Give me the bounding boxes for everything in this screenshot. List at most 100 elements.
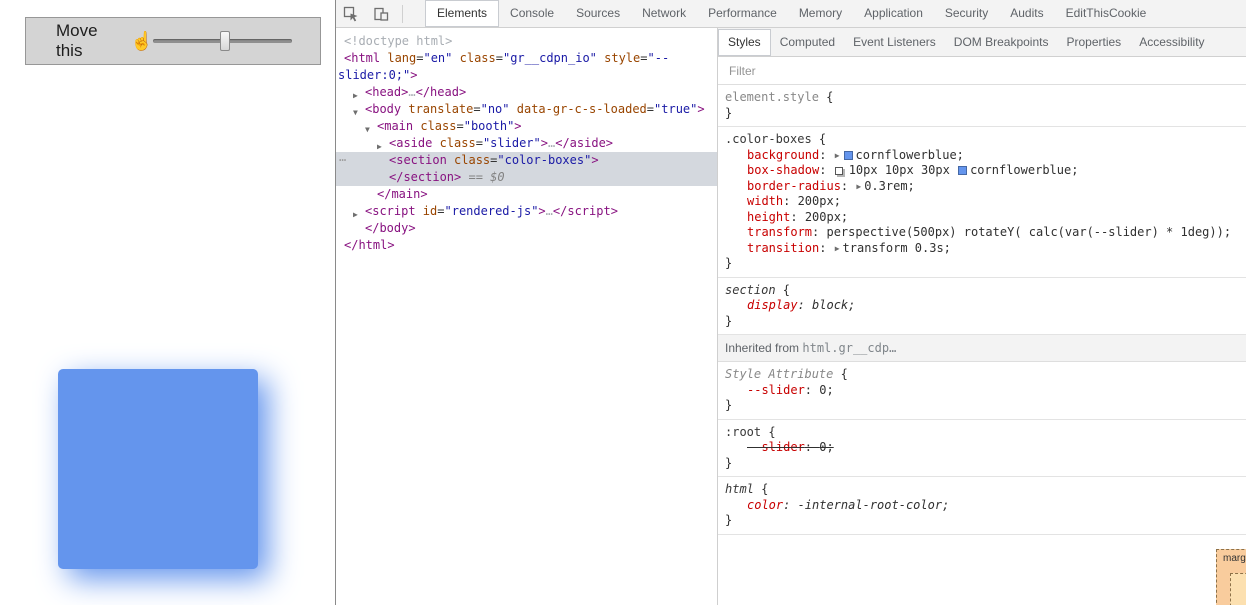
tree-line[interactable]: </body>: [336, 220, 717, 237]
code-token: lang: [380, 51, 417, 65]
devtools-body: <!doctype html> <html lang="en" class="gr…: [336, 28, 1246, 605]
tab-network[interactable]: Network: [631, 0, 697, 27]
css-declaration-background[interactable]: background: ▶ cornflowerblue;: [725, 148, 1242, 164]
tree-line[interactable]: ▶ <script id="rendered-js">…</script>: [336, 203, 717, 220]
rule-selector[interactable]: :root: [725, 425, 761, 439]
tree-line[interactable]: ▼ <body translate="no" data-gr-c-s-loaded…: [336, 101, 717, 118]
code-token: data-gr-c-s-loaded: [509, 102, 647, 116]
code-token: class: [413, 119, 457, 133]
styles-filter-input[interactable]: [718, 63, 938, 78]
css-declaration-height[interactable]: height: 200px;: [725, 210, 1242, 226]
code-token: <html: [344, 51, 381, 65]
css-rule: html {color: -internal-root-color;}: [718, 477, 1246, 535]
tab-console[interactable]: Console: [499, 0, 565, 27]
code-token: <main: [377, 119, 414, 133]
code-token: "--: [647, 51, 670, 65]
elements-tree: <!doctype html> <html lang="en" class="gr…: [336, 28, 718, 605]
code-token: >: [538, 204, 546, 218]
tree-line[interactable]: <!doctype html>: [336, 33, 717, 50]
tree-line[interactable]: </section> == $0: [336, 169, 717, 186]
code-token: =: [640, 51, 648, 65]
code-token: <script: [365, 204, 416, 218]
color-swatch[interactable]: [843, 150, 853, 160]
code-token: "gr__cdpn_io": [502, 51, 597, 65]
expand-value-icon[interactable]: ▶: [856, 179, 861, 195]
code-token: =: [456, 119, 464, 133]
tab-security[interactable]: Security: [934, 0, 999, 27]
css-declaration-box-shadow[interactable]: box-shadow: 10px 10px 30px cornflowerblu…: [725, 163, 1242, 179]
code-token: >: [514, 119, 522, 133]
css-declaration-transform[interactable]: transform: perspective(500px) rotateY( c…: [725, 225, 1242, 241]
tree-line[interactable]: ▶ <aside class="slider">…</aside>: [336, 135, 717, 152]
sidebar-tab-dom-breakpoints[interactable]: DOM Breakpoints: [945, 29, 1058, 56]
tree-line[interactable]: </main>: [336, 186, 717, 203]
css-declaration-slider[interactable]: --slider: 0;: [725, 440, 1242, 456]
code-token: </section>: [389, 170, 462, 184]
code-token: <!doctype html>: [344, 34, 453, 48]
box-model-margin[interactable]: margin: [1216, 549, 1246, 605]
devtools-tabs: Elements Console Sources Network Performance…: [425, 0, 1157, 27]
devtools-toolbar: Elements Console Sources Network Performance…: [336, 0, 1246, 28]
tab-audits[interactable]: Audits: [999, 0, 1054, 27]
expand-value-icon[interactable]: ▶: [835, 241, 840, 257]
sidebar-tab-accessibility[interactable]: Accessibility: [1130, 29, 1213, 56]
css-declaration-width[interactable]: width: 200px;: [725, 194, 1242, 210]
tree-line[interactable]: </html>: [336, 237, 717, 254]
sidebar-tab-styles[interactable]: Styles: [718, 28, 771, 56]
code-token: </body>: [365, 221, 416, 235]
color-swatch[interactable]: [958, 166, 968, 175]
code-token: "true": [654, 102, 698, 116]
rule-selector[interactable]: element.style: [725, 90, 819, 104]
css-rule: .color-boxes {background: ▶ cornflowerblu…: [718, 127, 1246, 278]
rule-selector[interactable]: html: [725, 482, 754, 496]
code-token: >: [697, 102, 705, 116]
tab-performance[interactable]: Performance: [697, 0, 788, 27]
slider-input[interactable]: [153, 31, 292, 51]
code-token: …: [545, 204, 553, 218]
code-token: "color-boxes": [497, 153, 592, 167]
css-declaration-border-radius[interactable]: border-radius: ▶ 0.3rem;: [725, 179, 1242, 195]
rule-selector[interactable]: section: [725, 283, 776, 297]
tab-application[interactable]: Application: [853, 0, 934, 27]
styles-panel: Styles Computed Event Listeners DOM Breakpo…: [718, 28, 1246, 605]
code-token: </script>: [552, 204, 618, 218]
code-token: …: [408, 85, 416, 99]
code-token: "booth": [463, 119, 515, 133]
rule-selector[interactable]: .color-boxes: [725, 132, 812, 146]
slider-thumb[interactable]: [220, 31, 231, 51]
sidebar-tab-properties[interactable]: Properties: [1057, 29, 1130, 56]
code-token: =: [437, 204, 445, 218]
box-model-margin-label: margin: [1223, 553, 1246, 564]
code-token: <head>: [365, 85, 409, 99]
tree-line[interactable]: … <section class="color-boxes">: [336, 149, 717, 169]
sidebar-tab-event-listeners[interactable]: Event Listeners: [844, 29, 945, 56]
css-declaration-slider[interactable]: --slider: 0;: [725, 383, 1242, 399]
tree-line[interactable]: ▼ <main class="booth">: [336, 118, 717, 135]
css-declaration-color[interactable]: color: -internal-root-color;: [725, 498, 1242, 514]
tree-line[interactable]: slider:0;">: [336, 67, 717, 84]
code-token: >: [540, 136, 548, 150]
shadow-editor-icon[interactable]: [834, 167, 843, 175]
code-token: class: [452, 51, 496, 65]
box-model-border[interactable]: [1230, 573, 1246, 605]
rule-selector[interactable]: Style Attribute: [725, 367, 833, 381]
inherited-from-header: Inherited from html.gr__cdp…: [718, 335, 1246, 362]
inspect-element-icon[interactable]: [336, 0, 366, 27]
css-declaration-transition[interactable]: transition: ▶ transform 0.3s;: [725, 241, 1242, 257]
tree-line[interactable]: <html lang="en" class="gr__cdpn_io" styl…: [336, 50, 717, 67]
code-token: "no": [480, 102, 510, 116]
code-token: style: [596, 51, 641, 65]
tab-memory[interactable]: Memory: [788, 0, 853, 27]
device-toolbar-icon[interactable]: [366, 0, 396, 27]
css-declaration-display[interactable]: display: block;: [725, 298, 1242, 314]
expand-value-icon[interactable]: ▶: [835, 148, 840, 164]
tree-line[interactable]: ▶ <head>…</head>: [336, 84, 717, 101]
code-token: "slider": [482, 136, 541, 150]
inherited-selector-link[interactable]: html.gr__cdp…: [802, 341, 896, 355]
tab-sources[interactable]: Sources: [565, 0, 631, 27]
node-options-icon[interactable]: …: [339, 149, 346, 166]
device-glyph: [374, 7, 389, 21]
sidebar-tab-computed[interactable]: Computed: [771, 29, 844, 56]
tab-editthiscookie[interactable]: EditThisCookie: [1055, 0, 1158, 27]
tab-elements[interactable]: Elements: [425, 0, 500, 27]
